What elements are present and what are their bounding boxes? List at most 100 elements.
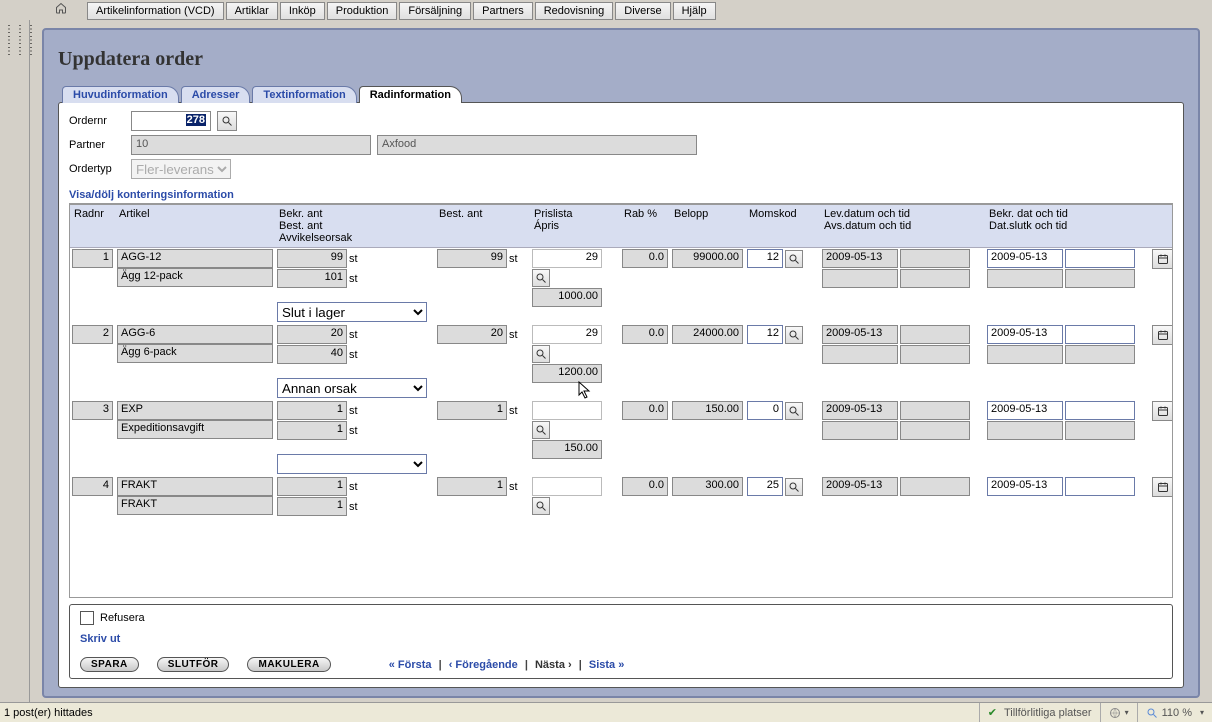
momskod-lookup-button[interactable] (785, 250, 803, 268)
best-ant-value: 1 (437, 401, 507, 420)
ordernr-lookup-button[interactable] (217, 111, 237, 131)
prislista-lookup-button[interactable] (532, 345, 550, 363)
momskod-lookup-button[interactable] (785, 478, 803, 496)
bekr-datum-input[interactable]: 2009-05-13 (987, 401, 1063, 420)
ordernr-input[interactable]: 278 (131, 111, 211, 131)
tab-textinformation[interactable]: Textinformation (252, 86, 356, 103)
bekr-datum-input[interactable]: 2009-05-13 (987, 249, 1063, 268)
avvikelseorsak-select[interactable]: Slut i lager (277, 302, 427, 322)
pager-prev[interactable]: ‹ Föregående (449, 659, 518, 671)
col-rab: Rab % (620, 205, 670, 248)
apris-value: 1000.00 (532, 288, 602, 307)
home-icon[interactable] (55, 2, 67, 20)
avvikelseorsak-select[interactable]: Annan orsak (277, 378, 427, 398)
prislista-lookup-button[interactable] (532, 497, 550, 515)
pager-first[interactable]: « Första (389, 659, 432, 671)
menu-partners[interactable]: Partners (473, 2, 533, 20)
radnr-value: 1 (72, 249, 113, 268)
menu-diverse[interactable]: Diverse (615, 2, 670, 20)
lev-tid-value (900, 325, 970, 344)
best-ant-sub-value: 1 (277, 421, 347, 440)
artikel-desc: Ägg 6-pack (117, 344, 273, 363)
radnr-value: 2 (72, 325, 113, 344)
bekr-tid-input[interactable] (1065, 249, 1135, 268)
prislista-value[interactable] (532, 477, 602, 496)
momskod-input[interactable]: 25 (747, 477, 783, 496)
slutk-tid-value (1065, 421, 1135, 440)
momskod-input[interactable]: 12 (747, 325, 783, 344)
calendar-button[interactable] (1152, 477, 1172, 497)
slutk-datum-value (987, 421, 1063, 440)
status-record-count: 1 post(er) hittades (0, 707, 979, 719)
bekr-datum-input[interactable]: 2009-05-13 (987, 477, 1063, 496)
menu-redovisning[interactable]: Redovisning (535, 2, 614, 20)
prislista-value[interactable]: 29 (532, 325, 602, 344)
avs-tid-value (900, 421, 970, 440)
prislista-lookup-button[interactable] (532, 421, 550, 439)
bekr-tid-input[interactable] (1065, 401, 1135, 420)
col-belopp: Belopp (670, 205, 745, 248)
ordertyp-select[interactable]: Fler-leverans (131, 159, 231, 179)
bekr-tid-input[interactable] (1065, 325, 1135, 344)
tab-radinformation[interactable]: Radinformation (359, 86, 462, 103)
menu-inkop[interactable]: Inköp (280, 2, 325, 20)
momskod-lookup-button[interactable] (785, 326, 803, 344)
menu-forsaljning[interactable]: Försäljning (399, 2, 471, 20)
status-protected-mode-icon[interactable]: ▾ (1100, 703, 1137, 722)
konteringsinfo-toggle[interactable]: Visa/dölj konteringsinformation (69, 183, 1173, 204)
pager: « Första | ‹ Föregående | Nästa › | Sist… (389, 659, 625, 671)
avs-tid-value (900, 269, 970, 288)
dock-grip-icon: ⋮⋮⋮⋮⋮⋮⋮⋮⋮ (4, 24, 25, 57)
bekr-datum-input[interactable]: 2009-05-13 (987, 325, 1063, 344)
best-ant-sub-value: 101 (277, 269, 347, 288)
refusera-label: Refusera (100, 612, 145, 624)
prislista-value[interactable] (532, 401, 602, 420)
makulera-button[interactable]: MAKULERA (247, 657, 330, 672)
col-best-ant: Best. ant (435, 205, 530, 248)
partner-label: Partner (69, 139, 125, 151)
status-bar: 1 post(er) hittades Tillförlitliga plats… (0, 702, 1212, 722)
skriv-ut-link[interactable]: Skriv ut (80, 633, 1162, 645)
tab-huvudinformation[interactable]: Huvudinformation (62, 86, 179, 103)
apris-value: 150.00 (532, 440, 602, 459)
momskod-input[interactable]: 0 (747, 401, 783, 420)
belopp-value: 99000.00 (672, 249, 743, 268)
slutfor-button[interactable]: SLUTFÖR (157, 657, 230, 672)
partner-code-field: 10 (131, 135, 371, 155)
momskod-input[interactable]: 12 (747, 249, 783, 268)
col-bekr-best-avv: Bekr. ant Best. ant Avvikelseorsak (275, 205, 435, 248)
belopp-value: 150.00 (672, 401, 743, 420)
pager-last[interactable]: Sista » (589, 659, 624, 671)
slutk-tid-value (1065, 345, 1135, 364)
refusera-checkbox[interactable] (80, 611, 94, 625)
lev-tid-value (900, 401, 970, 420)
prislista-lookup-button[interactable] (532, 269, 550, 287)
table-row: 2 AGG-6 Ägg 6-pack 20st 40st Annan orsak… (70, 324, 1172, 400)
artikel-code: AGG-12 (117, 249, 273, 268)
artikel-code: AGG-6 (117, 325, 273, 344)
calendar-button[interactable] (1152, 325, 1172, 345)
col-prislista-apris: Prislista Ápris (530, 205, 620, 248)
spara-button[interactable]: SPARA (80, 657, 139, 672)
status-zoom[interactable]: 110 % ▾ (1137, 703, 1212, 722)
avvikelseorsak-select[interactable] (277, 454, 427, 474)
status-trusted-sites: Tillförlitliga platser (979, 703, 1100, 722)
menu-artikelinfo[interactable]: Artikelinformation (VCD) (87, 2, 224, 20)
tab-adresser[interactable]: Adresser (181, 86, 251, 103)
calendar-button[interactable] (1152, 249, 1172, 269)
col-momskod: Momskod (745, 205, 820, 248)
prislista-value[interactable]: 29 (532, 249, 602, 268)
ordernr-label: Ordernr (69, 115, 125, 127)
bekr-tid-input[interactable] (1065, 477, 1135, 496)
rab-value: 0.0 (622, 477, 668, 496)
momskod-lookup-button[interactable] (785, 402, 803, 420)
calendar-button[interactable] (1152, 401, 1172, 421)
best-ant-value: 20 (437, 325, 507, 344)
menu-produktion[interactable]: Produktion (327, 2, 398, 20)
menu-hjalp[interactable]: Hjälp (673, 2, 716, 20)
menu-artiklar[interactable]: Artiklar (226, 2, 278, 20)
left-dock-bar: ⋮⋮⋮⋮⋮⋮⋮⋮⋮ (0, 20, 30, 702)
bekr-ant-value: 20 (277, 325, 347, 344)
table-row: 1 AGG-12 Ägg 12-pack 99st 101st Slut i l… (70, 248, 1172, 325)
artikel-code: FRAKT (117, 477, 273, 496)
